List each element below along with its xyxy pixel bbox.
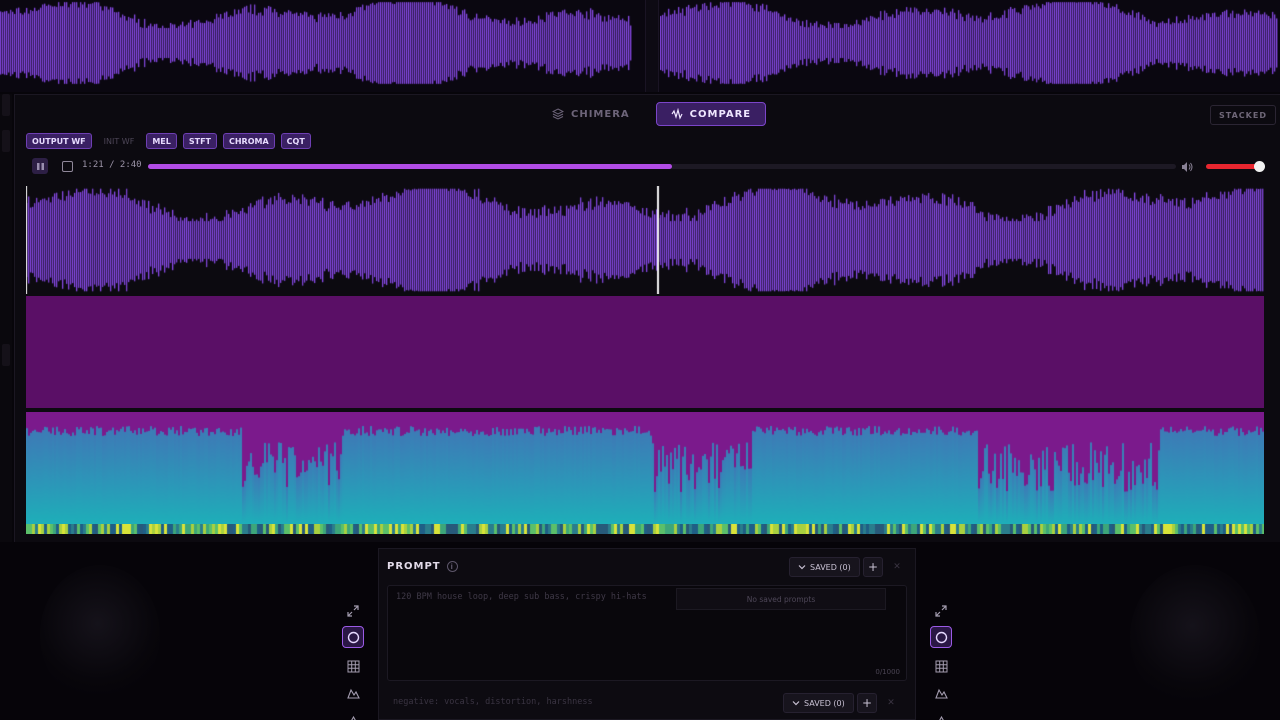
right-toolbar bbox=[929, 626, 953, 720]
seek-bar[interactable] bbox=[148, 164, 1176, 169]
tab-output-wf[interactable]: OUTPUT WF bbox=[26, 133, 92, 149]
clear-negative-button[interactable]: ✕ bbox=[883, 695, 899, 711]
add-prompt-button[interactable]: + bbox=[863, 557, 883, 577]
stft-spectrogram bbox=[26, 412, 1264, 524]
pause-button[interactable] bbox=[32, 158, 48, 174]
grid-tool[interactable] bbox=[342, 657, 364, 675]
prompt-header: PROMPT i bbox=[387, 561, 458, 572]
right-visual-orb bbox=[1130, 565, 1260, 710]
grid-icon bbox=[347, 660, 359, 672]
volume-knob[interactable] bbox=[1254, 161, 1266, 172]
rail-handle[interactable] bbox=[2, 94, 10, 116]
tab-cqt[interactable]: CQT bbox=[280, 133, 311, 149]
grid-icon bbox=[935, 660, 947, 672]
rail-handle[interactable] bbox=[2, 344, 10, 366]
add-negative-button[interactable]: + bbox=[857, 693, 877, 713]
circle-tool[interactable] bbox=[342, 626, 364, 648]
app-root: CHIMERA COMPARE STACKED OUTPUT WF INIT W… bbox=[0, 0, 1280, 720]
expand-icon[interactable] bbox=[934, 603, 948, 617]
saved-prompts-button[interactable]: SAVED (0) bbox=[789, 557, 860, 577]
grid-tool[interactable] bbox=[930, 657, 952, 675]
visualization-tabs: OUTPUT WF INIT WF MEL STFT CHROMA CQT bbox=[26, 133, 311, 149]
tab-chroma[interactable]: CHROMA bbox=[222, 133, 275, 149]
tab-mel[interactable]: MEL bbox=[146, 133, 177, 149]
prompt-panel: PROMPT i SAVED (0) + ✕ 120 BPM house loo… bbox=[378, 548, 916, 720]
negative-saved-label: SAVED (0) bbox=[804, 698, 845, 708]
waveform-icon bbox=[671, 108, 683, 120]
triangle-icon bbox=[938, 715, 944, 720]
volume-icon[interactable] bbox=[1180, 160, 1194, 174]
top-waveform-strip bbox=[0, 0, 1280, 92]
left-toolbar bbox=[341, 626, 365, 720]
tab-compare[interactable]: COMPARE bbox=[655, 102, 767, 126]
volume-slider[interactable] bbox=[1206, 161, 1266, 172]
mountain-icon bbox=[346, 688, 360, 699]
triangle-tool[interactable] bbox=[342, 711, 364, 720]
layers-icon bbox=[552, 108, 564, 120]
strip-divider[interactable] bbox=[645, 0, 659, 92]
saved-prompts-dropdown: No saved prompts bbox=[676, 588, 886, 610]
stop-button[interactable] bbox=[62, 161, 73, 172]
time-readout: 1:21 / 2:40 bbox=[82, 160, 142, 170]
saved-prompts-label: SAVED (0) bbox=[810, 562, 851, 572]
mountain-tool[interactable] bbox=[342, 684, 364, 702]
tab-compare-label: COMPARE bbox=[689, 108, 752, 120]
pause-icon bbox=[36, 162, 44, 170]
mountain-tool[interactable] bbox=[930, 684, 952, 702]
output-waveform[interactable] bbox=[26, 186, 1264, 294]
mel-spectrogram bbox=[26, 296, 1264, 408]
mountain-icon bbox=[934, 688, 948, 699]
triangle-icon bbox=[350, 715, 356, 720]
seek-progress bbox=[148, 164, 673, 169]
left-visual-orb bbox=[40, 565, 160, 705]
info-icon[interactable]: i bbox=[446, 561, 458, 572]
mode-tabs: CHIMERA COMPARE bbox=[538, 102, 767, 126]
circle-tool[interactable] bbox=[930, 626, 952, 648]
triangle-tool[interactable] bbox=[930, 711, 952, 720]
input-waveform-left bbox=[0, 0, 632, 86]
prompt-placeholder: 120 BPM house loop, deep sub bass, crisp… bbox=[396, 592, 647, 602]
expand-icon[interactable] bbox=[346, 603, 360, 617]
negative-prompt-input[interactable]: negative: vocals, distortion, harshness bbox=[393, 697, 593, 707]
visualization-area bbox=[26, 186, 1264, 536]
circle-icon bbox=[935, 631, 947, 643]
tab-stft[interactable]: STFT bbox=[182, 133, 217, 149]
clear-prompt-button[interactable]: ✕ bbox=[889, 559, 905, 575]
left-rail bbox=[0, 94, 12, 542]
chroma-strip bbox=[26, 524, 1264, 534]
input-waveform-right bbox=[660, 0, 1278, 86]
tab-chimera[interactable]: CHIMERA bbox=[538, 102, 644, 126]
stacked-toggle-button[interactable]: STACKED bbox=[1210, 105, 1276, 125]
volume-level bbox=[1206, 164, 1260, 169]
char-counter: 0/1000 bbox=[875, 668, 900, 676]
chevron-down-icon bbox=[798, 565, 806, 570]
chevron-down-icon bbox=[792, 701, 800, 706]
tab-chimera-label: CHIMERA bbox=[571, 108, 630, 120]
tab-init-wf[interactable]: INIT WF bbox=[98, 133, 141, 149]
prompt-input[interactable]: 120 BPM house loop, deep sub bass, crisp… bbox=[387, 585, 907, 681]
prompt-title: PROMPT bbox=[387, 561, 441, 572]
transport-bar: 1:21 / 2:40 bbox=[32, 158, 1272, 176]
rail-handle[interactable] bbox=[2, 130, 10, 152]
negative-saved-button[interactable]: SAVED (0) bbox=[783, 693, 854, 713]
circle-icon bbox=[347, 631, 359, 643]
